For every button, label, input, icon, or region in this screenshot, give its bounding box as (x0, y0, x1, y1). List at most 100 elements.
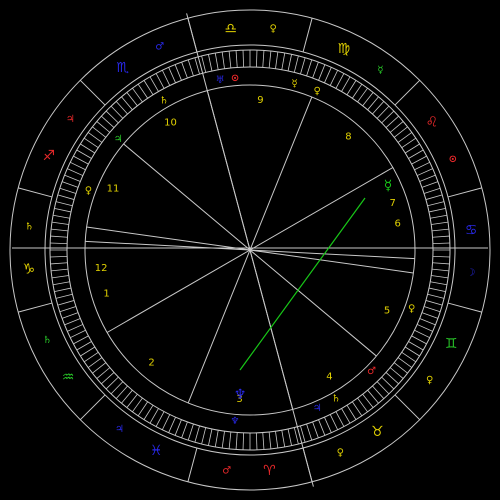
degree-tick (137, 83, 148, 99)
degree-tick (341, 408, 351, 424)
venus-icon-3: ♀ (85, 186, 92, 197)
degree-tick (132, 397, 143, 413)
sign-boundary (79, 79, 106, 106)
degree-tick (431, 268, 449, 272)
degree-tick (404, 143, 420, 154)
degree-tick (318, 64, 326, 81)
degree-tick (357, 87, 368, 103)
degree-tick (70, 161, 86, 171)
degree-tick (155, 73, 165, 89)
degree-tick (101, 372, 115, 385)
natal-chart-wheel: ♎ ♀ ♍ ☿ ♌ ⊙ ♋ ☽ ♊ ♀ ♉ ♀ ♈ ♂ ♓ ♃ ♒ ♄ ♑ ♄ ♐ ♃ ♏ ♂ 1 2 3 4 5 6 7 8 9 10 11 12 ♅… (0, 0, 500, 500)
degree-tick (161, 70, 171, 86)
degree-tick (362, 92, 374, 107)
degree-tick (51, 268, 69, 272)
degree-tick (385, 372, 399, 385)
house-number-6: 6 (395, 218, 401, 229)
degree-tick (357, 397, 368, 413)
degree-tick (126, 92, 138, 107)
sign-boundary (187, 447, 198, 482)
degree-tick (318, 419, 326, 436)
degree-tick (87, 132, 103, 143)
house-cusp-line (85, 240, 251, 251)
degree-tick (242, 432, 245, 450)
house-number-10: 10 (164, 117, 177, 128)
degree-tick (324, 67, 332, 83)
degree-tick (431, 275, 449, 279)
degree-tick (242, 50, 245, 68)
sign-boundary (394, 394, 421, 421)
degree-tick (306, 423, 313, 441)
degree-tick (64, 318, 81, 326)
degree-tick (300, 57, 306, 75)
saturn-ruler-icon: ♄ (43, 335, 52, 346)
degree-tick (425, 300, 443, 306)
degree-tick (411, 155, 427, 165)
degree-tick (80, 143, 96, 154)
degree-tick (275, 431, 279, 449)
degree-tick (335, 411, 345, 427)
degree-tick (174, 419, 182, 436)
degree-tick (275, 51, 279, 69)
degree-tick (50, 262, 68, 265)
degree-tick (51, 221, 69, 225)
sign-boundary (18, 187, 53, 198)
house-number-5: 5 (384, 306, 390, 317)
degree-tick (312, 421, 319, 439)
degree-tick (126, 393, 138, 408)
mercury-ruler-icon: ☿ (377, 65, 383, 76)
degree-tick (67, 168, 83, 176)
degree-tick (168, 417, 176, 433)
neptune-large-icon: ♆ (234, 387, 247, 403)
degree-tick (115, 101, 128, 115)
degree-tick (194, 425, 200, 443)
degree-tick (381, 110, 395, 124)
venus-ruler-icon: ♀ (270, 24, 277, 35)
house-number-12: 12 (95, 263, 108, 274)
degree-tick (221, 51, 225, 69)
degree-tick (50, 235, 68, 238)
degree-tick (432, 262, 450, 265)
degree-tick (306, 59, 313, 77)
venus-ruler-icon-3: ♀ (337, 447, 344, 458)
degree-tick (397, 357, 413, 368)
leo-icon: ♌ (426, 115, 439, 131)
degree-tick (52, 214, 70, 219)
degree-tick (432, 242, 450, 245)
degree-tick (389, 367, 404, 379)
degree-tick (61, 181, 79, 188)
house-number-1: 1 (103, 288, 109, 299)
degree-tick (174, 64, 182, 81)
degree-tick (214, 430, 219, 448)
degree-tick (57, 300, 75, 306)
degree-tick (143, 404, 154, 420)
venus-icon-2: ♀ (408, 303, 415, 314)
degree-tick (92, 126, 107, 138)
degree-tick (262, 432, 265, 450)
degree-tick (168, 67, 176, 83)
degree-tick (346, 80, 357, 96)
moon-ruler-icon: ☽ (466, 268, 475, 279)
degree-tick (61, 312, 79, 319)
degree-tick (50, 255, 68, 258)
house-cusp-line (249, 249, 415, 260)
degree-tick (414, 329, 430, 339)
degree-tick (432, 255, 450, 258)
jupiter-icon-2: ♃ (114, 134, 123, 145)
degree-tick (408, 341, 424, 351)
degree-tick (110, 105, 124, 119)
degree-tick (235, 50, 238, 68)
degree-tick (421, 181, 439, 188)
degree-tick (430, 281, 448, 286)
capricorn-icon: ♑ (23, 261, 36, 277)
degree-tick (208, 54, 213, 72)
degree-tick (381, 376, 395, 390)
libra-icon: ♎ (224, 21, 237, 37)
house-cusp-line (187, 249, 251, 404)
degree-tick (149, 76, 159, 92)
degree-tick (281, 430, 286, 448)
aquarius-icon: ♒ (62, 369, 75, 385)
degree-tick (293, 55, 299, 73)
degree-tick (105, 376, 119, 390)
degree-tick (235, 432, 238, 450)
